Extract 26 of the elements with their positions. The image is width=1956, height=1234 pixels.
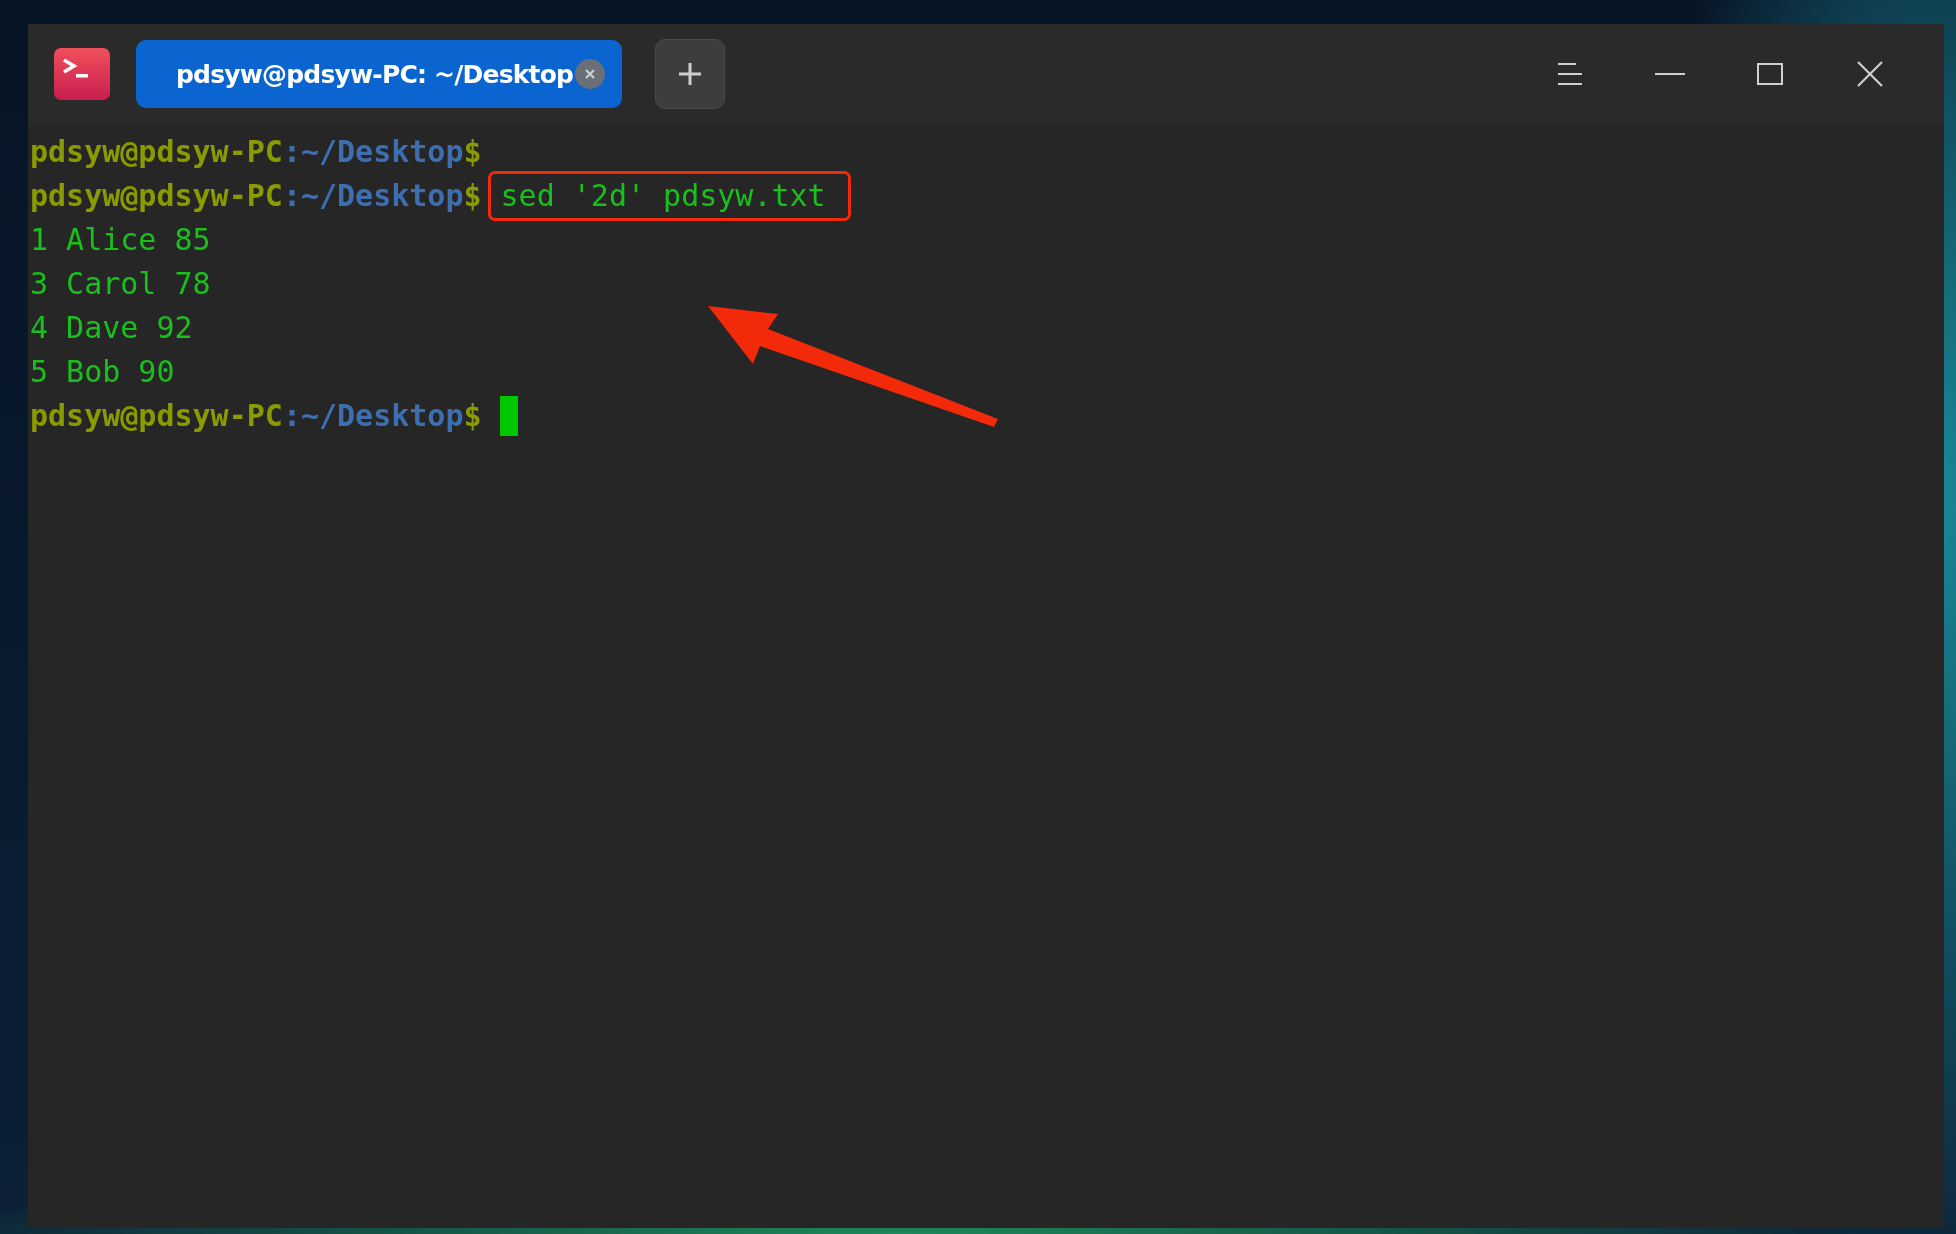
minimize-icon[interactable]	[1655, 72, 1685, 76]
prompt-path: ~/Desktop	[300, 397, 464, 435]
prompt-user: pdsyw@pdsyw-PC	[30, 133, 283, 171]
command-text: sed '2d' pdsyw.txt	[500, 182, 826, 210]
menu-icon[interactable]	[1557, 62, 1583, 86]
prompt-sigil: $	[463, 133, 482, 171]
prompt-sigil: $	[463, 397, 482, 435]
prompt-user: pdsyw@pdsyw-PC	[30, 397, 283, 435]
maximize-icon[interactable]	[1757, 63, 1783, 85]
tab-title: pdsyw@pdsyw-PC: ~/Desktop	[176, 59, 574, 89]
output-line: 3 Carol 78	[30, 265, 211, 303]
prompt-user: pdsyw@pdsyw-PC	[30, 177, 283, 215]
prompt-path: ~/Desktop	[300, 133, 464, 171]
close-icon[interactable]	[1857, 61, 1883, 87]
add-tab-button[interactable]	[655, 39, 725, 109]
prompt-separator: :	[282, 133, 301, 171]
terminal-icon	[54, 48, 110, 100]
output-line: 5 Bob 90	[30, 353, 175, 391]
prompt-separator: :	[282, 397, 301, 435]
output-line: 4 Dave 92	[30, 309, 193, 347]
prompt-sigil: $	[463, 177, 482, 215]
plus-icon	[676, 60, 704, 88]
tab[interactable]: pdsyw@pdsyw-PC: ~/Desktop	[136, 40, 622, 108]
prompt-path: ~/Desktop	[300, 177, 464, 215]
prompt-separator: :	[282, 177, 301, 215]
output-line: 1 Alice 85	[30, 221, 211, 259]
